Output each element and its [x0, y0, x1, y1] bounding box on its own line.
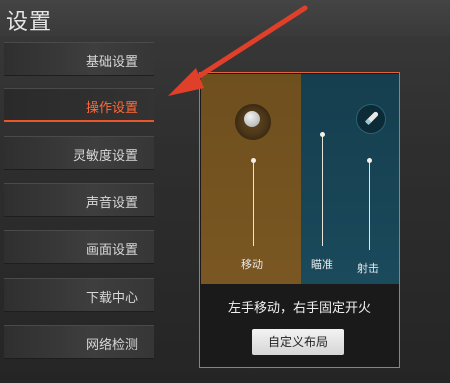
sidebar-item-controls[interactable]: 操作设置 [4, 88, 154, 122]
settings-sidebar: 基础设置 操作设置 灵敏度设置 声音设置 画面设置 下载中心 网络检测 [0, 40, 160, 383]
move-label: 移动 [241, 258, 263, 271]
aim-guide-line [322, 136, 323, 246]
sidebar-item-label: 灵敏度设置 [72, 149, 138, 164]
fire-button[interactable] [356, 104, 386, 134]
page-title: 设置 [6, 10, 53, 35]
header-bar: 设置 [0, 0, 450, 36]
settings-screen: 设置 基础设置 操作设置 灵敏度设置 声音设置 画面设置 下载中心 网络检测 移… [0, 0, 450, 383]
fire-guide-dot [367, 158, 372, 163]
fire-label: 射击 [357, 262, 379, 275]
sidebar-item-label: 下载中心 [85, 291, 138, 306]
sidebar-item-label: 操作设置 [85, 101, 138, 116]
sidebar-item-network[interactable]: 网络检测 [4, 325, 154, 359]
joystick-icon [235, 104, 271, 140]
sidebar-item-graphics[interactable]: 画面设置 [4, 230, 154, 264]
control-layout-preview: 移动 瞄准 射击 左手移动，右手固定开火 自定义布局 [199, 72, 400, 368]
sidebar-item-basic[interactable]: 基础设置 [4, 42, 154, 76]
sidebar-item-label: 网络检测 [85, 338, 138, 353]
move-guide-dot [251, 158, 256, 163]
fire-guide-line [369, 162, 370, 250]
sidebar-item-label: 画面设置 [85, 243, 138, 258]
bullet-icon [364, 111, 379, 126]
sidebar-item-label: 基础设置 [85, 55, 138, 70]
sidebar-item-sound[interactable]: 声音设置 [4, 183, 154, 217]
move-guide-line [253, 162, 254, 246]
custom-layout-button[interactable]: 自定义布局 [252, 329, 344, 355]
aim-zone[interactable]: 瞄准 射击 [301, 74, 399, 284]
aim-label: 瞄准 [311, 258, 333, 271]
sidebar-item-downloads[interactable]: 下载中心 [4, 278, 154, 312]
joystick-knob [244, 111, 260, 127]
sidebar-item-sensitivity[interactable]: 灵敏度设置 [4, 136, 154, 170]
aim-guide-dot [320, 132, 325, 137]
sidebar-item-label: 声音设置 [85, 196, 138, 211]
move-zone[interactable]: 移动 [201, 74, 301, 284]
layout-hint-text: 左手移动，右手固定开火 [227, 301, 371, 316]
